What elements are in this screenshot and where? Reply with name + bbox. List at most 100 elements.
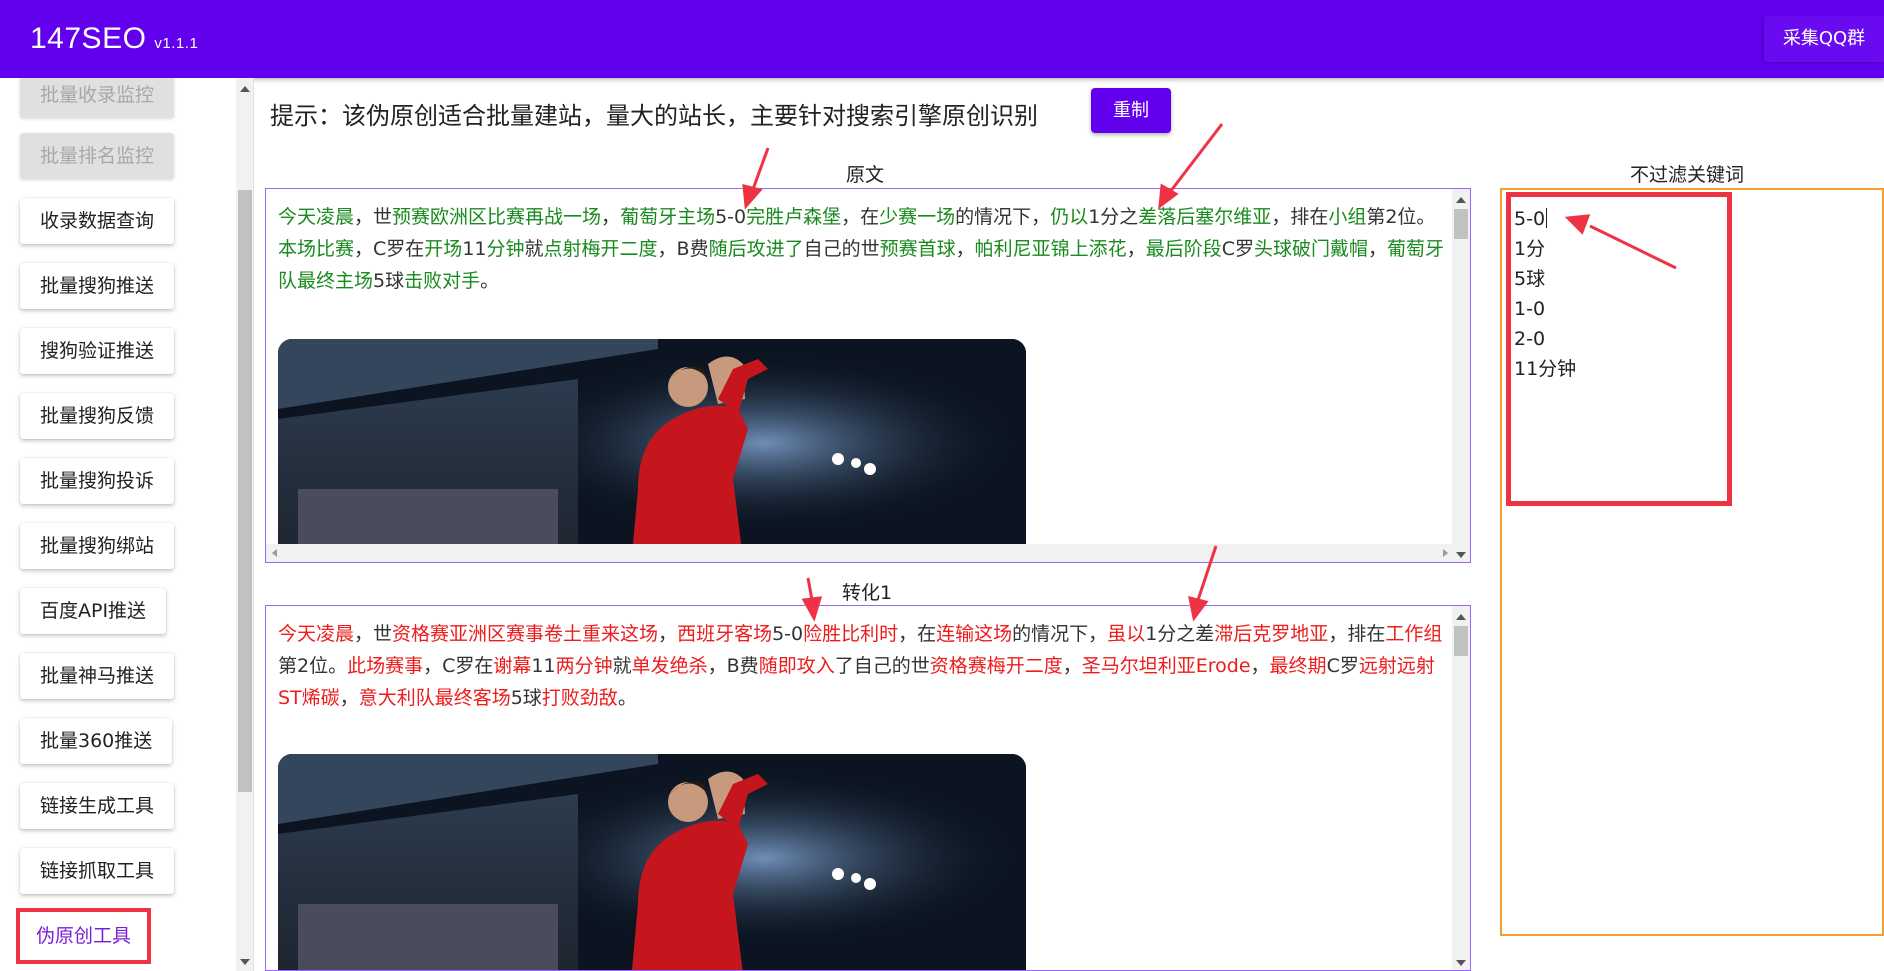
converted-label: 转化1: [842, 582, 893, 604]
scrollbar-thumb[interactable]: [1454, 209, 1468, 239]
plain-segment: ，: [955, 238, 975, 260]
scroll-down-icon[interactable]: [1456, 552, 1466, 558]
plain-segment: 第2位。: [1366, 206, 1436, 228]
plain-segment: ，C罗在: [354, 238, 425, 260]
plain-segment: 的情况下，: [955, 206, 1051, 228]
highlighted-segment: 单发绝杀: [631, 655, 708, 677]
plain-segment: ，: [339, 687, 359, 709]
highlighted-segment: 最终期: [1269, 655, 1327, 677]
reset-button[interactable]: 重制: [1091, 88, 1171, 133]
brand-name: 147SEO: [30, 22, 147, 55]
highlighted-segment: 击败对手: [404, 270, 481, 292]
plain-segment: ，排在: [1328, 623, 1386, 645]
sidebar-item-pseudo-original-tool[interactable]: 伪原创工具: [16, 908, 152, 964]
keywords-label: 不过滤关键词: [1630, 164, 1745, 186]
brand-logo: 147SEO v1.1.1: [30, 22, 198, 56]
highlighted-segment: 资格赛亚洲区赛事卷土重来这场: [392, 623, 659, 645]
sidebar-item-shenma-push[interactable]: 批量神马推送: [20, 653, 175, 699]
sidebar-item-link-crawler[interactable]: 链接抓取工具: [20, 848, 175, 894]
version-label: v1.1.1: [154, 35, 199, 52]
sidebar-item-sogou-feedback[interactable]: 批量搜狗反馈: [20, 393, 175, 439]
highlighted-segment: 险胜比利时: [803, 623, 899, 645]
plain-segment: 。: [617, 687, 637, 709]
qq-group-button[interactable]: 采集QQ群: [1764, 16, 1884, 62]
sidebar-item-link-generator[interactable]: 链接生成工具: [20, 783, 175, 829]
scrollbar-thumb[interactable]: [1454, 626, 1468, 656]
arrow-icon: [806, 577, 814, 601]
scroll-up-icon[interactable]: [240, 86, 250, 92]
highlighted-segment: 本场比赛: [278, 238, 355, 260]
sidebar-item-sogou-push[interactable]: 批量搜狗推送: [20, 263, 175, 309]
plain-segment: ，B费: [707, 655, 759, 677]
highlighted-segment: 随即攻入: [758, 655, 835, 677]
plain-segment: 1分之: [1088, 206, 1139, 228]
highlighted-segment: 最后阶段: [1145, 238, 1222, 260]
highlighted-segment: 虽以: [1107, 623, 1146, 645]
plain-segment: ，: [1126, 238, 1146, 260]
plain-segment: ，: [1250, 655, 1270, 677]
plain-segment: C罗: [1326, 655, 1359, 677]
plain-segment: ，在: [898, 623, 937, 645]
scroll-right-icon[interactable]: [1443, 549, 1448, 557]
scroll-down-icon[interactable]: [240, 959, 250, 965]
highlighted-segment: 差落后塞尔维亚: [1138, 206, 1272, 228]
plain-segment: 5-0: [715, 206, 747, 228]
scrollbar-thumb[interactable]: [238, 190, 252, 792]
plain-segment: C罗: [1221, 238, 1254, 260]
highlighted-segment: 两分钟: [555, 655, 613, 677]
highlighted-segment: 圣马尔坦利亚Erode: [1081, 655, 1251, 677]
original-horizontal-scrollbar[interactable]: [266, 544, 1454, 562]
scroll-left-icon[interactable]: [272, 549, 277, 557]
original-photo: [278, 339, 1026, 562]
original-text[interactable]: 今天凌晨，世预赛欧洲区比赛再战一场，葡萄牙主场5-0完胜卢森堡，在少赛一场的情况…: [278, 201, 1450, 297]
scroll-up-icon[interactable]: [1456, 197, 1466, 203]
plain-segment: 11: [462, 238, 487, 260]
plain-segment: 5球: [373, 270, 405, 292]
plain-segment: ，: [658, 623, 678, 645]
football-player-image: [278, 754, 1026, 970]
sidebar-item-sogou-complaint[interactable]: 批量搜狗投诉: [20, 458, 175, 504]
plain-segment: ，B费: [657, 238, 709, 260]
scroll-down-icon[interactable]: [1456, 960, 1466, 966]
highlighted-segment: 小组: [1328, 206, 1367, 228]
plain-segment: 第2位。: [278, 655, 348, 677]
sidebar-item-sogou-verify-push[interactable]: 搜狗验证推送: [20, 328, 175, 374]
sidebar-item-rank-monitor[interactable]: 批量排名监控: [20, 133, 175, 179]
highlighted-segment: 分钟: [486, 238, 525, 260]
plain-segment: 的情况下，: [1012, 623, 1108, 645]
highlighted-segment: 完胜卢森堡: [746, 206, 842, 228]
plain-segment: ，C罗在: [423, 655, 494, 677]
original-vertical-scrollbar[interactable]: [1452, 189, 1470, 562]
annotation-highlight-box: [1506, 192, 1732, 506]
plain-segment: ，: [1062, 655, 1082, 677]
converted-editor[interactable]: 今天凌晨，世资格赛亚洲区赛事卷土重来这场，西班牙客场5-0险胜比利时，在连输这场…: [265, 605, 1471, 971]
converted-photo: [278, 754, 1026, 970]
plain-segment: 。: [480, 270, 500, 292]
scroll-up-icon[interactable]: [1456, 614, 1466, 620]
plain-segment: 自己的世: [803, 238, 880, 260]
highlighted-segment: 此场赛事: [347, 655, 424, 677]
sidebar: 批量收录监控 批量排名监控 收录数据查询 批量搜狗推送 搜狗验证推送 批量搜狗反…: [0, 78, 236, 971]
sidebar-item-index-monitor[interactable]: 批量收录监控: [20, 78, 175, 118]
highlighted-segment: 预赛首球: [879, 238, 956, 260]
converted-text[interactable]: 今天凌晨，世资格赛亚洲区赛事卷土重来这场，西班牙客场5-0险胜比利时，在连输这场…: [278, 618, 1450, 714]
plain-segment: 5-0: [772, 623, 804, 645]
converted-vertical-scrollbar[interactable]: [1452, 606, 1470, 970]
original-editor[interactable]: 今天凌晨，世预赛欧洲区比赛再战一场，葡萄牙主场5-0完胜卢森堡，在少赛一场的情况…: [265, 188, 1471, 563]
highlighted-segment: 帕利尼亚锦上添花: [974, 238, 1127, 260]
highlighted-segment: 少赛一场: [879, 206, 956, 228]
plain-segment: 就: [524, 238, 544, 260]
sidebar-scrollbar[interactable]: [236, 78, 254, 971]
plain-segment: 了自己的世: [834, 655, 930, 677]
highlighted-segment: 开场: [424, 238, 463, 260]
plain-segment: ，: [1368, 238, 1388, 260]
sidebar-item-baidu-api-push[interactable]: 百度API推送: [20, 588, 167, 634]
original-label: 原文: [846, 164, 885, 186]
plain-segment: ，在: [841, 206, 880, 228]
sidebar-item-sogou-bind[interactable]: 批量搜狗绑站: [20, 523, 175, 569]
highlighted-segment: 随后攻进了: [708, 238, 804, 260]
sidebar-item-index-query[interactable]: 收录数据查询: [20, 198, 175, 244]
sidebar-item-360-push[interactable]: 批量360推送: [20, 718, 173, 764]
highlighted-segment: 意大利队最终客场: [358, 687, 511, 709]
highlighted-segment: 今天凌晨: [278, 206, 355, 228]
